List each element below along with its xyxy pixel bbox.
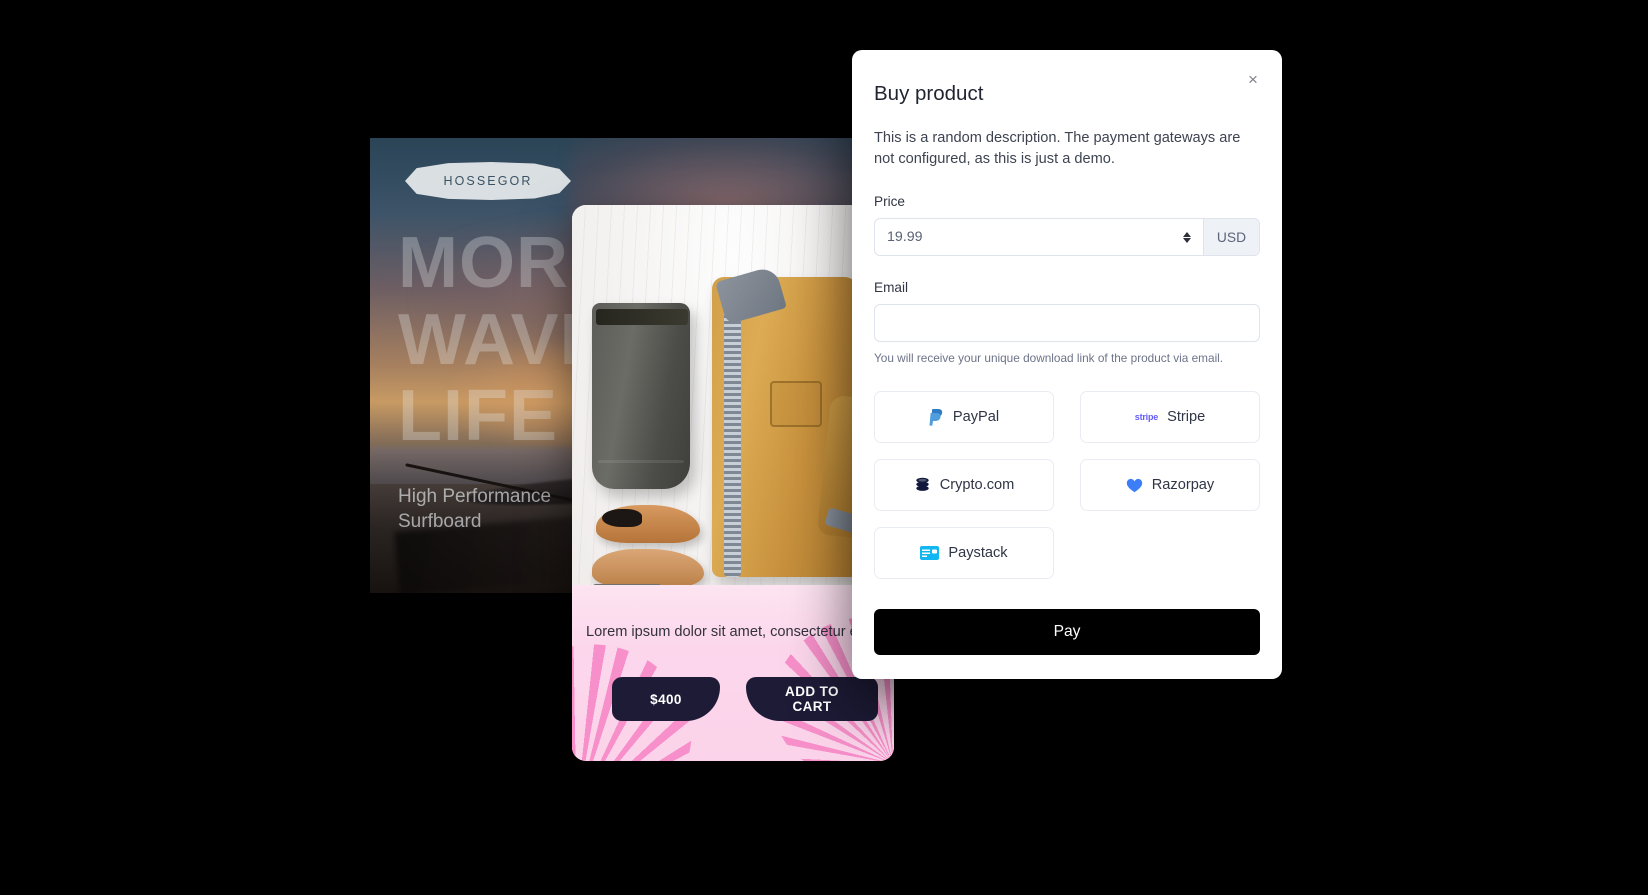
screen-root: HOSSEGOR MORE WAVE LIFE High Performance… [0, 0, 1648, 895]
product-pants [592, 303, 690, 489]
gateway-label: Razorpay [1151, 477, 1215, 494]
gateway-label: Paystack [948, 545, 1008, 562]
price-input[interactable] [875, 219, 1177, 256]
gateway-label: PayPal [952, 409, 1000, 426]
price-field-label: Price [874, 194, 905, 210]
gateway-stripe[interactable]: stripe Stripe [1080, 391, 1260, 444]
gateway-paystack[interactable]: Paystack [874, 527, 1054, 580]
gateway-label: Stripe [1167, 409, 1206, 426]
add-to-cart-button[interactable]: ADD TO CART [746, 677, 878, 721]
buy-product-modal: × Buy product This is a random descripti… [852, 50, 1282, 680]
surfboard-badge-label: HOSSEGOR [443, 174, 533, 188]
chevron-up-icon[interactable] [1183, 231, 1191, 237]
product-card-footer: Lorem ipsum dolor sit amet, consectetur … [572, 585, 894, 761]
gateway-label: Crypto.com [939, 477, 1015, 494]
email-input[interactable] [874, 304, 1260, 343]
product-action-row: $400 ADD TO CART [612, 677, 878, 721]
chevron-down-icon[interactable] [1183, 237, 1191, 243]
stripe-icon: stripe [1134, 412, 1159, 423]
gateway-cryptocom[interactable]: Crypto.com [874, 459, 1054, 512]
currency-addon: USD [1203, 219, 1259, 256]
razorpay-icon [1126, 477, 1143, 493]
paypal-icon [929, 408, 944, 426]
close-icon[interactable]: × [1242, 68, 1264, 90]
product-card[interactable]: Lorem ipsum dolor sit amet, consectetur … [572, 205, 894, 761]
product-description: Lorem ipsum dolor sit amet, consectetur … [586, 624, 880, 640]
product-image [572, 205, 894, 620]
payment-gateway-grid: PayPal stripe Stripe Crypto.com Razorpay… [874, 391, 1260, 580]
cryptocom-icon [914, 477, 931, 493]
gateway-paypal[interactable]: PayPal [874, 391, 1054, 444]
surfboard-badge: HOSSEGOR [405, 162, 571, 200]
price-input-group: USD [874, 218, 1260, 257]
email-hint: You will receive your unique download li… [874, 351, 1224, 366]
paystack-icon [920, 546, 940, 561]
modal-title: Buy product [874, 82, 984, 105]
modal-description: This is a random description. The paymen… [874, 130, 1241, 168]
pay-button[interactable]: Pay [874, 609, 1260, 656]
price-stepper[interactable] [1177, 219, 1197, 255]
product-shirt [712, 265, 884, 577]
product-price-button[interactable]: $400 [612, 677, 720, 721]
gateway-razorpay[interactable]: Razorpay [1080, 459, 1260, 512]
email-field-label: Email [874, 280, 908, 296]
